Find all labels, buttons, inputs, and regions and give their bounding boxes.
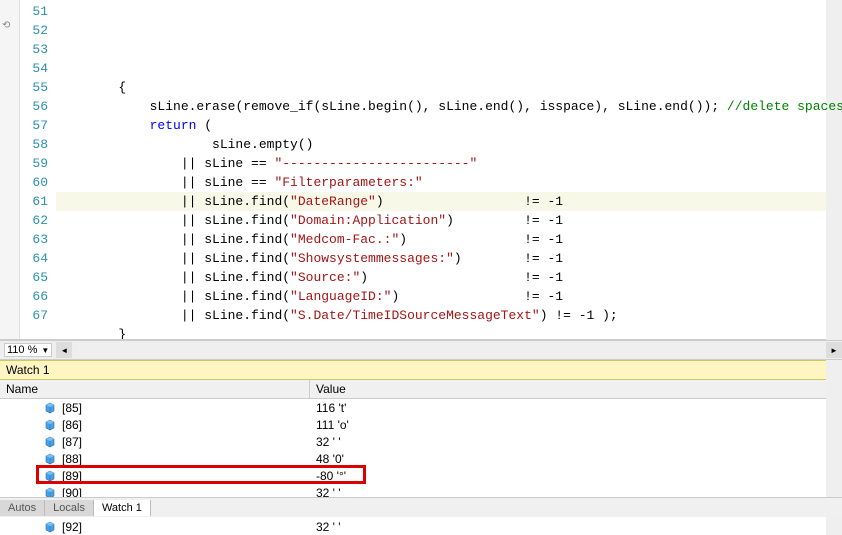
debug-bottom-tabs: Autos Locals Watch 1 xyxy=(0,497,842,517)
watch-header-name[interactable]: Name xyxy=(0,380,310,398)
code-line[interactable]: || sLine.find("Showsystemmessages:") != … xyxy=(56,249,842,268)
watch-row-name: [89] xyxy=(0,469,310,483)
line-number: 62 xyxy=(20,211,48,230)
code-line[interactable]: || sLine == "Filterparameters:" xyxy=(56,173,842,192)
code-line[interactable]: || sLine == "------------------------" xyxy=(56,154,842,173)
breakpoint-margin-icon[interactable]: ⟲ xyxy=(2,20,10,32)
watch-row[interactable]: [85]116 't' xyxy=(0,399,842,416)
line-number: 60 xyxy=(20,173,48,192)
line-number: 58 xyxy=(20,135,48,154)
code-line[interactable]: } xyxy=(56,325,842,339)
line-number: 67 xyxy=(20,306,48,325)
code-line[interactable]: || sLine.find("Domain:Application") != -… xyxy=(56,211,842,230)
line-number: 64 xyxy=(20,249,48,268)
line-number: 51 xyxy=(20,2,48,21)
line-number: 63 xyxy=(20,230,48,249)
tab-autos[interactable]: Autos xyxy=(0,500,45,516)
code-line[interactable]: || sLine.find("S.Date/TimeIDSourceMessag… xyxy=(56,306,842,325)
code-line[interactable]: { xyxy=(56,78,842,97)
code-content-area[interactable]: { sLine.erase(remove_if(sLine.begin(), s… xyxy=(56,0,842,339)
zoom-level-value: 110 % xyxy=(7,344,37,356)
line-number: 59 xyxy=(20,154,48,173)
watch-row[interactable]: [88]48 '0' xyxy=(0,450,842,467)
watch-row-value: 32 ' ' xyxy=(310,435,842,449)
code-line[interactable]: sLine.empty() xyxy=(56,135,842,154)
code-line[interactable]: || sLine.find("DateRange") != -1 xyxy=(56,192,842,211)
code-line[interactable]: return ( xyxy=(56,116,842,135)
watch-panel-title: Watch 1 xyxy=(0,360,842,380)
code-line[interactable]: || sLine.find("LanguageID:") != -1 xyxy=(56,287,842,306)
line-number: 57 xyxy=(20,116,48,135)
code-line[interactable]: || sLine.find("Source:") != -1 xyxy=(56,268,842,287)
watch-header-row: Name Value xyxy=(0,380,842,399)
watch-row-value: 116 't' xyxy=(310,401,842,415)
watch-row-name: [86] xyxy=(0,418,310,432)
variable-icon xyxy=(44,436,56,448)
line-number: 66 xyxy=(20,287,48,306)
code-editor[interactable]: ⟲ 5152535455565758596061626364656667 { s… xyxy=(0,0,842,340)
editor-status-bar: 110 % ▼ ◄ ► xyxy=(0,340,842,360)
line-number: 56 xyxy=(20,97,48,116)
variable-icon xyxy=(44,470,56,482)
editor-horizontal-scrollbar[interactable] xyxy=(78,342,826,358)
scroll-right-arrow-icon[interactable]: ► xyxy=(826,342,842,358)
watch-row[interactable]: [87]32 ' ' xyxy=(0,433,842,450)
variable-icon xyxy=(44,521,56,533)
line-number: 53 xyxy=(20,40,48,59)
chevron-down-icon: ▼ xyxy=(41,346,49,355)
code-line[interactable]: || sLine.find("Medcom-Fac.:") != -1 xyxy=(56,230,842,249)
watch-row-value: 32 ' ' xyxy=(310,520,842,534)
watch-row[interactable]: [89]-80 '°' xyxy=(0,467,842,484)
watch-row-value: -80 '°' xyxy=(310,469,842,483)
line-number: 55 xyxy=(20,78,48,97)
tab-watch1[interactable]: Watch 1 xyxy=(94,500,151,516)
watch-row[interactable]: [92]32 ' ' xyxy=(0,518,842,535)
watch-row-name: [92] xyxy=(0,520,310,534)
line-number: 52 xyxy=(20,21,48,40)
watch-row-name: [87] xyxy=(0,435,310,449)
watch-row-name: [88] xyxy=(0,452,310,466)
editor-gutter: ⟲ xyxy=(0,0,20,339)
line-number: 54 xyxy=(20,59,48,78)
variable-icon xyxy=(44,453,56,465)
watch-row[interactable]: [86]111 'o' xyxy=(0,416,842,433)
watch-row-name: [85] xyxy=(0,401,310,415)
zoom-level-dropdown[interactable]: 110 % ▼ xyxy=(4,343,52,357)
watch-row-value: 48 '0' xyxy=(310,452,842,466)
variable-icon xyxy=(44,419,56,431)
code-line[interactable]: sLine.erase(remove_if(sLine.begin(), sLi… xyxy=(56,97,842,116)
line-number: 65 xyxy=(20,268,48,287)
variable-icon xyxy=(44,402,56,414)
line-number-column: 5152535455565758596061626364656667 xyxy=(20,0,56,339)
line-number: 61 xyxy=(20,192,48,211)
watch-row-value: 111 'o' xyxy=(310,418,842,432)
tab-locals[interactable]: Locals xyxy=(45,500,94,516)
watch-header-value[interactable]: Value xyxy=(310,380,842,398)
scroll-left-arrow-icon[interactable]: ◄ xyxy=(56,342,72,358)
